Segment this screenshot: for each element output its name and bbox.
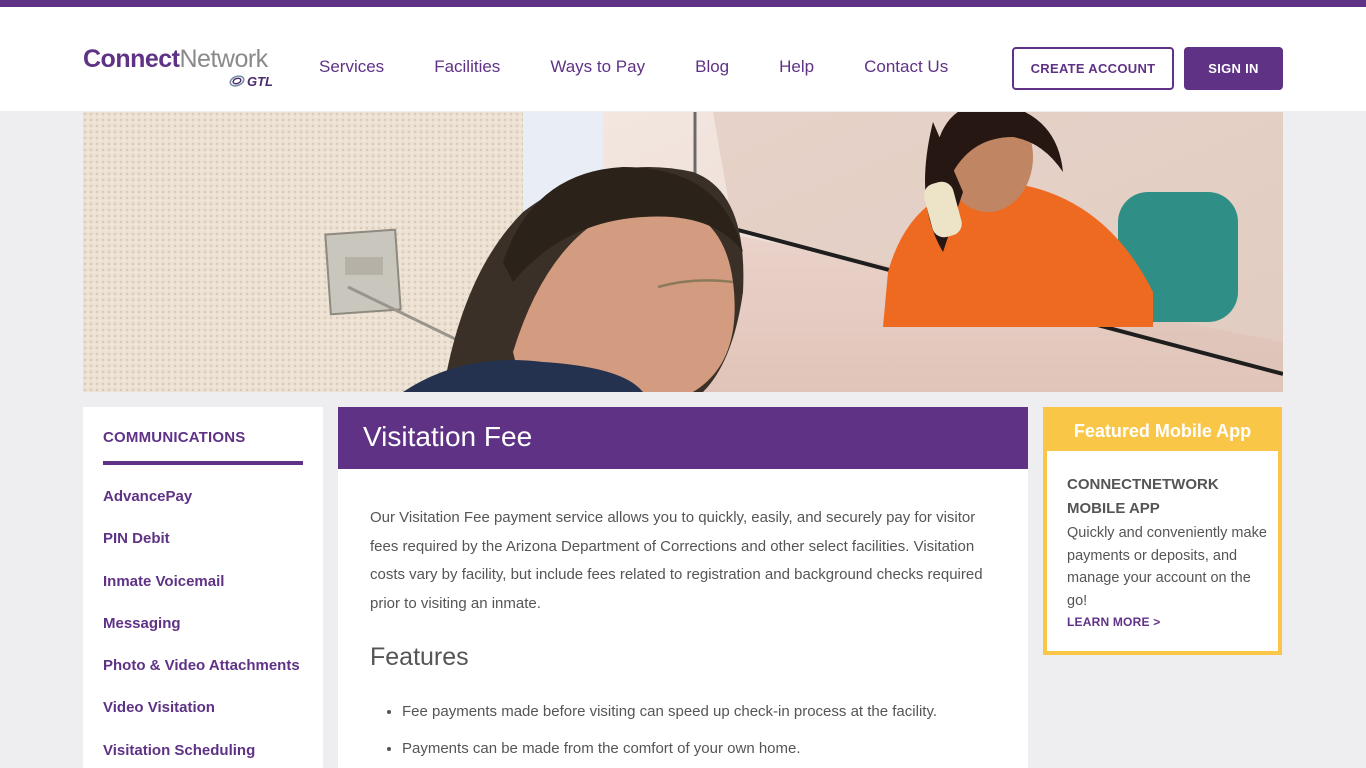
sidebar-item-visitation-scheduling[interactable]: Visitation Scheduling — [103, 742, 300, 768]
sidebar-item-advancepay[interactable]: AdvancePay — [103, 488, 300, 530]
page-title-bar: Visitation Fee — [338, 407, 1028, 469]
featured-app-description: Quickly and conveniently make payments o… — [1067, 525, 1267, 609]
learn-more-link[interactable]: LEARN MORE > — [1067, 615, 1160, 629]
nav-services[interactable]: Services — [319, 57, 384, 77]
featured-heading: Featured Mobile App — [1047, 411, 1278, 451]
nav-ways-to-pay[interactable]: Ways to Pay — [550, 57, 645, 77]
site-header: ConnectNetwork GTL Services Facilities W… — [0, 7, 1366, 111]
nav-contact-us[interactable]: Contact Us — [864, 57, 948, 77]
sidebar-item-photo-video-attachments[interactable]: Photo & Video Attachments — [103, 657, 300, 699]
feature-item: Payments can be made from the comfort of… — [402, 740, 1002, 768]
sidebar-item-video-visitation[interactable]: Video Visitation — [103, 699, 300, 741]
logo-wordmark: ConnectNetwork — [83, 45, 278, 73]
logo-primary: Connect — [83, 45, 180, 73]
nav-facilities[interactable]: Facilities — [434, 57, 500, 77]
visitation-photo — [83, 112, 1283, 392]
create-account-button[interactable]: CREATE ACCOUNT — [1012, 47, 1174, 90]
hero-image — [83, 112, 1283, 392]
featured-app-card: Featured Mobile App CONNECTNETWORK MOBIL… — [1043, 407, 1282, 655]
main-content: Visitation Fee Our Visitation Fee paymen… — [338, 407, 1028, 768]
page-title: Visitation Fee — [363, 421, 533, 452]
sidebar-item-pin-debit[interactable]: PIN Debit — [103, 530, 300, 572]
gtl-swoosh-icon — [229, 75, 245, 87]
sidebar-item-inmate-voicemail[interactable]: Inmate Voicemail — [103, 573, 300, 615]
gtl-label: GTL — [247, 73, 273, 89]
sidebar-item-messaging[interactable]: Messaging — [103, 615, 300, 657]
feature-item: Fee payments made before visiting can sp… — [402, 703, 1002, 740]
features-list: Fee payments made before visiting can sp… — [402, 703, 1002, 768]
nav-help[interactable]: Help — [779, 57, 814, 77]
sign-in-button[interactable]: SIGN IN — [1184, 47, 1283, 90]
featured-app-title: CONNECTNETWORK MOBILE APP — [1067, 476, 1219, 517]
sidebar-heading[interactable]: COMMUNICATIONS — [103, 429, 246, 446]
sidebar-heading-underline — [103, 461, 303, 465]
top-accent-bar — [0, 0, 1366, 7]
nav-blog[interactable]: Blog — [695, 57, 729, 77]
intro-paragraph: Our Visitation Fee payment service allow… — [370, 509, 983, 613]
logo-secondary: Network — [179, 45, 269, 73]
sidebar-list: AdvancePay PIN Debit Inmate Voicemail Me… — [103, 488, 300, 768]
sidebar-nav: COMMUNICATIONS AdvancePay PIN Debit Inma… — [83, 407, 323, 768]
main-nav: Services Facilities Ways to Pay Blog Hel… — [319, 57, 998, 77]
gtl-logo: GTL — [229, 72, 273, 90]
connectnetwork-logo[interactable]: ConnectNetwork GTL — [83, 45, 278, 95]
features-heading: Features — [370, 643, 469, 671]
